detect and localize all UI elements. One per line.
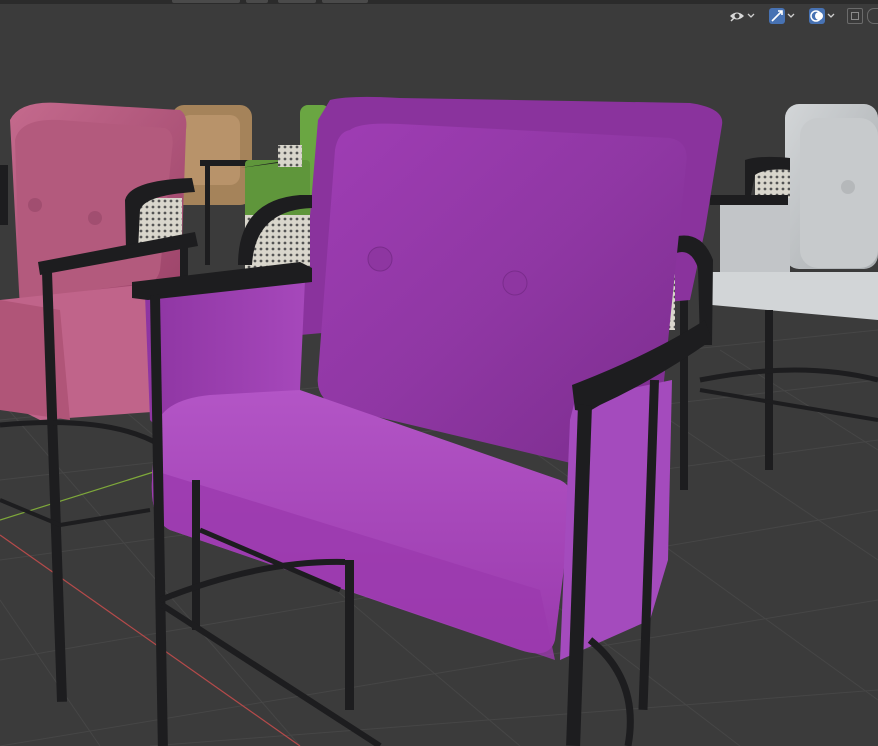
area-divider[interactable]	[0, 0, 878, 4]
pillow-button-right	[502, 270, 528, 296]
chevron-down-icon	[827, 13, 835, 18]
header-tab[interactable]	[172, 0, 240, 3]
visibility-eye-icon	[730, 12, 744, 22]
chevron-down-icon	[747, 13, 755, 18]
gizmo-icon	[769, 8, 785, 24]
scene-render[interactable]	[0, 0, 878, 746]
header-tab[interactable]	[246, 0, 268, 3]
pillow-button-left	[367, 246, 393, 272]
viewport-shading-icon[interactable]	[867, 8, 878, 24]
overlays-icon	[809, 8, 825, 24]
x-axis-line	[0, 534, 301, 746]
toggle-xray-icon[interactable]	[847, 8, 863, 24]
overlays-toggle[interactable]	[807, 7, 837, 25]
header-tab[interactable]	[322, 0, 368, 3]
3d-viewport[interactable]	[0, 0, 878, 746]
gizmo-toggle[interactable]	[767, 7, 797, 25]
visibility-dropdown[interactable]	[727, 7, 757, 25]
header-tab[interactable]	[278, 0, 316, 3]
chevron-down-icon	[787, 13, 795, 18]
viewport-header-tools	[727, 6, 878, 26]
